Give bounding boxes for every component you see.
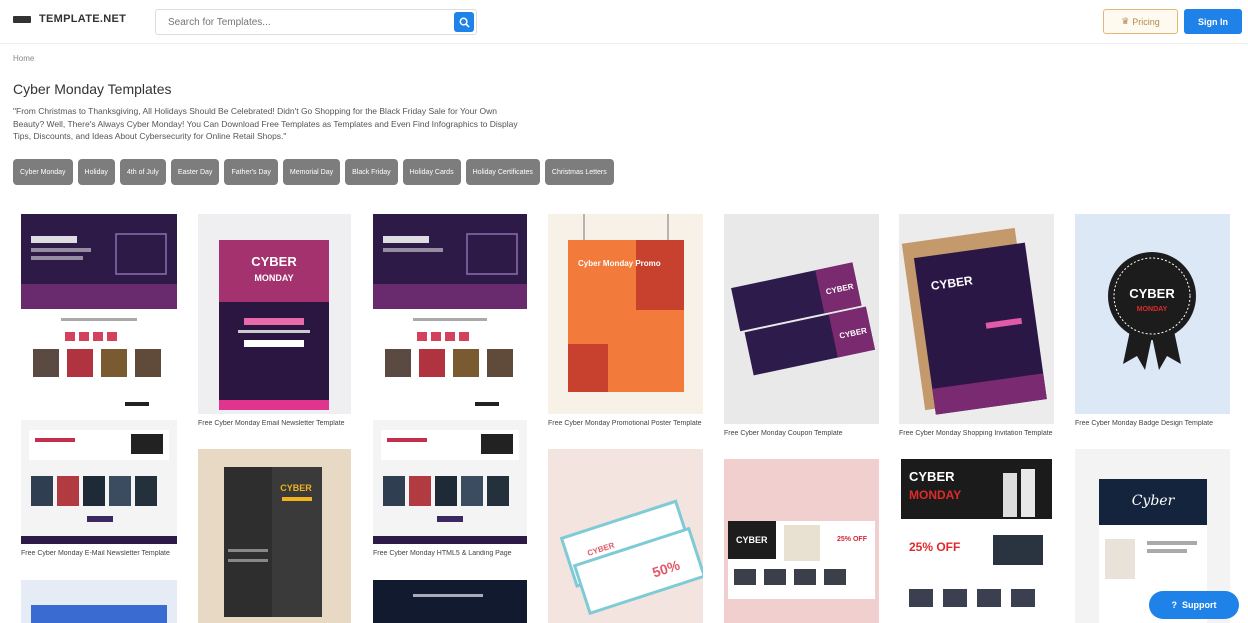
tag-christmas-letters[interactable]: Christmas Letters [544, 159, 614, 185]
tag-holiday[interactable]: Holiday [77, 159, 115, 185]
thumb-cyber-text: CYBER [736, 535, 768, 545]
thumb-monday-text: MONDAY [254, 273, 293, 283]
logo-text: TEMPLATE.NET [39, 13, 127, 25]
template-card[interactable] [21, 214, 177, 414]
template-caption[interactable]: Free Cyber Monday Badge Design Template [1075, 420, 1230, 427]
template-card[interactable]: CYBER 50% [548, 449, 703, 623]
pricing-button[interactable]: ♛ Pricing [1103, 9, 1178, 34]
template-caption[interactable]: Free Cyber Monday Promotional Poster Tem… [548, 420, 703, 427]
search-bar [155, 9, 477, 35]
template-caption[interactable]: Free Cyber Monday Email Newsletter Templ… [198, 420, 351, 427]
template-card[interactable]: Cyber Monday Promo Free Cyber Monday Pro… [548, 214, 703, 430]
description-line: Tips, Discounts, and Ideas About Cyberse… [13, 131, 287, 141]
thumb-percent-text: 25% OFF [837, 536, 868, 543]
template-card[interactable]: CYBER MONDAY 25% OFF [899, 459, 1054, 623]
tag-holiday-cards[interactable]: Holiday Cards [402, 159, 461, 185]
template-card[interactable] [373, 580, 527, 623]
template-thumbnail: Cyber Monday Promo [548, 214, 703, 414]
signin-button[interactable]: Sign In [1184, 9, 1242, 34]
support-button[interactable]: ? Support [1149, 591, 1239, 619]
template-caption[interactable]: Free Cyber Monday Shopping Invitation Te… [899, 430, 1054, 437]
search-icon [459, 17, 470, 28]
template-thumbnail [373, 580, 527, 623]
search-button[interactable] [454, 12, 474, 32]
tag-cyber-monday[interactable]: Cyber Monday [13, 159, 73, 185]
description-line: Beauty? Well, There's Always Cyber Monda… [13, 118, 518, 129]
support-label: Support [1182, 600, 1217, 610]
template-thumbnail: CYBER [899, 214, 1054, 424]
logo-mark-icon [13, 15, 31, 23]
tag-4th-of-july[interactable]: 4th of July [119, 159, 166, 185]
template-card[interactable] [373, 214, 527, 414]
template-thumbnail [21, 420, 177, 544]
tag-holiday-certificates[interactable]: Holiday Certificates [465, 159, 540, 185]
template-thumbnail [21, 214, 177, 414]
tag-easter-day[interactable]: Easter Day [170, 159, 220, 185]
thumb-cyber-text: CYBER [1129, 286, 1175, 301]
template-thumbnail: CYBER MONDAY 25% OFF [899, 459, 1054, 623]
template-card[interactable]: CYBER 25% OFF [724, 459, 879, 623]
tag-black-friday[interactable]: Black Friday [345, 159, 398, 185]
template-thumbnail: CYBER 25% OFF [724, 459, 879, 623]
template-thumbnail: CYBER CYBER [724, 214, 879, 424]
template-card[interactable]: Free Cyber Monday HTML5 & Landing Page [373, 420, 527, 560]
template-card[interactable]: CYBER MONDAY Free Cyber Monday Email New… [198, 214, 351, 430]
template-thumbnail [373, 420, 527, 544]
thumb-cyber-text: CYBER [251, 254, 297, 269]
template-card[interactable]: Free Cyber Monday E-Mail Newsletter Temp… [21, 420, 177, 560]
tag-fathers-day[interactable]: Father's Day [224, 159, 278, 185]
description-line: "From Christmas to Thanksgiving, All Hol… [13, 106, 498, 116]
pricing-label: Pricing [1132, 16, 1160, 27]
template-caption[interactable]: Free Cyber Monday E-Mail Newsletter Temp… [21, 550, 177, 557]
thumb-cyber-text: CYBER [909, 469, 955, 484]
thumb-monday-text: MONDAY [1137, 306, 1168, 313]
template-thumbnail [21, 580, 177, 623]
logo[interactable]: TEMPLATE.NET [13, 13, 126, 25]
top-header: TEMPLATE.NET ♛ Pricing Sign In [0, 0, 1248, 44]
help-icon: ? [1171, 600, 1178, 610]
template-card[interactable]: CYBER [198, 449, 351, 623]
page-title: Cyber Monday Templates [13, 81, 172, 97]
template-card[interactable]: CYBER MONDAY Free Cyber Monday Badge Des… [1075, 214, 1230, 430]
crown-icon: ♛ [1121, 16, 1130, 26]
template-thumbnail: CYBER 50% [548, 449, 703, 623]
template-card[interactable]: CYBER Free Cyber Monday Shopping Invitat… [899, 214, 1054, 440]
template-thumbnail: CYBER MONDAY [1075, 214, 1230, 414]
thumb-poster-text: Cyber Monday Promo [578, 259, 661, 268]
template-thumbnail: CYBER MONDAY [198, 214, 351, 414]
thumb-percent-text: 25% OFF [909, 540, 960, 554]
search-input[interactable] [156, 10, 446, 34]
tag-list: Cyber Monday Holiday 4th of July Easter … [13, 159, 614, 185]
template-thumbnail [373, 214, 527, 414]
template-caption[interactable]: Free Cyber Monday HTML5 & Landing Page [373, 550, 527, 557]
breadcrumb[interactable]: Home [13, 54, 34, 63]
page-description: "From Christmas to Thanksgiving, All Hol… [13, 105, 633, 143]
template-card[interactable]: CYBER CYBER Free Cyber Monday Coupon Tem… [724, 214, 879, 440]
thumb-cyber-script-text: Cyber [1132, 493, 1176, 509]
thumb-cyber-text: CYBER [280, 483, 312, 493]
template-card[interactable] [21, 580, 177, 623]
template-caption[interactable]: Free Cyber Monday Coupon Template [724, 430, 879, 437]
template-thumbnail: CYBER [198, 449, 351, 623]
thumb-monday-text: MONDAY [909, 488, 961, 502]
tag-memorial-day[interactable]: Memorial Day [282, 159, 341, 185]
